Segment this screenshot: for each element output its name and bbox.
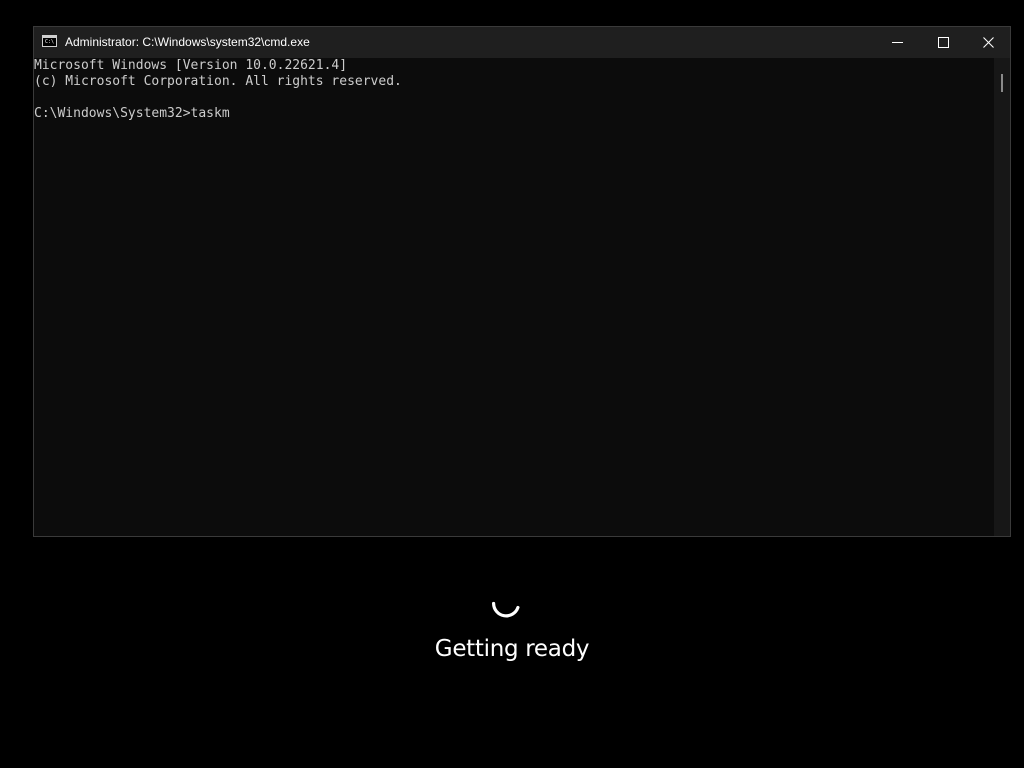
minimize-icon xyxy=(891,42,903,43)
console-prompt-line[interactable]: C:\Windows\System32>taskm xyxy=(34,106,230,122)
status-text: Getting ready xyxy=(434,636,590,662)
minimize-button[interactable] xyxy=(874,27,920,58)
maximize-icon xyxy=(937,37,949,48)
close-button[interactable] xyxy=(965,27,1011,58)
vertical-scrollbar[interactable] xyxy=(994,58,1010,536)
desktop-screen: C:\ Administrator: C:\Windows\system32\c… xyxy=(0,0,1024,768)
window-title: Administrator: C:\Windows\system32\cmd.e… xyxy=(65,35,310,49)
close-icon xyxy=(982,37,994,48)
command-prompt-window[interactable]: C:\ Administrator: C:\Windows\system32\c… xyxy=(33,26,1011,537)
scrollbar-thumb[interactable] xyxy=(1001,74,1003,92)
maximize-button[interactable] xyxy=(920,27,966,58)
console-line-version: Microsoft Windows [Version 10.0.22621.4] xyxy=(34,58,348,73)
loading-spinner-icon xyxy=(492,601,520,618)
console-output[interactable]: Microsoft Windows [Version 10.0.22621.4]… xyxy=(34,58,994,536)
console-icon[interactable]: C:\ xyxy=(42,35,57,47)
console-icon-glyph: C:\ xyxy=(45,39,55,45)
title-bar[interactable]: C:\ Administrator: C:\Windows\system32\c… xyxy=(34,27,1010,58)
console-line-copyright: (c) Microsoft Corporation. All rights re… xyxy=(34,74,402,89)
